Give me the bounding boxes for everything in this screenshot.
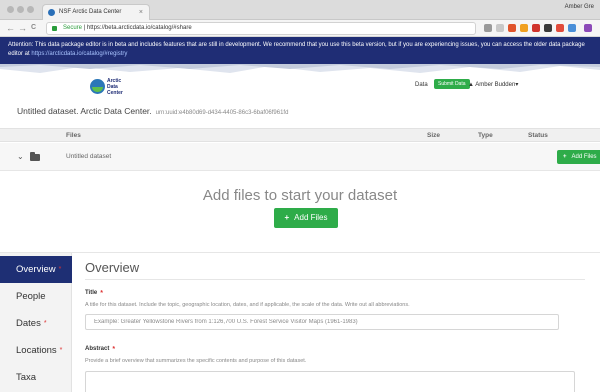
dropzone-message: Add files to start your dataset bbox=[202, 187, 398, 204]
url-field[interactable]: Secure | https://beta.arcticdata.io/cata… bbox=[46, 22, 476, 35]
forward-button[interactable]: → bbox=[18, 22, 27, 34]
sidebar-item-label: Locations bbox=[16, 345, 57, 356]
column-header-type: Type bbox=[478, 132, 493, 139]
url-text: https://beta.arcticdata.io/catalog/#shar… bbox=[86, 25, 192, 31]
table-row: ⌄ Untitled dataset + Add Files bbox=[0, 143, 600, 171]
files-table-header: Files Size Type Status bbox=[0, 128, 600, 142]
package-name: Untitled dataset bbox=[66, 153, 112, 160]
nav-data-link[interactable]: Data bbox=[415, 82, 428, 88]
file-dropzone[interactable]: Add files to start your dataset + Add Fil… bbox=[0, 171, 600, 253]
logo-line: Center bbox=[107, 90, 123, 96]
abstract-label-text: Abstract bbox=[85, 346, 110, 352]
tab-close-icon[interactable]: × bbox=[139, 5, 143, 20]
browser-tab[interactable]: NSF Arctic Data Center × bbox=[42, 4, 150, 20]
extension-icon[interactable] bbox=[484, 24, 492, 32]
dataset-identifier: urn:uuid:e4b80d69-d434-4405-86c3-6baf06f… bbox=[155, 110, 289, 116]
reload-button[interactable]: C bbox=[31, 22, 36, 34]
url-secure-label: Secure bbox=[63, 25, 83, 31]
required-marker: * bbox=[100, 290, 103, 297]
dataset-title: Untitled dataset. Arctic Data Center. bbox=[17, 106, 152, 116]
add-files-row-button[interactable]: + Add Files bbox=[557, 150, 600, 164]
sidebar-item-locations[interactable]: Locations * bbox=[0, 337, 72, 364]
extension-icon[interactable] bbox=[520, 24, 528, 32]
chevron-down-icon[interactable]: ⌄ bbox=[17, 152, 24, 161]
window-minimize-dot[interactable] bbox=[17, 6, 24, 13]
add-files-button[interactable]: + Add Files bbox=[274, 208, 338, 228]
plus-icon: + bbox=[563, 154, 567, 160]
extension-icon[interactable] bbox=[556, 24, 564, 32]
required-marker: * bbox=[58, 266, 62, 273]
title-label: Title * bbox=[85, 290, 103, 297]
column-header-status: Status bbox=[528, 132, 548, 139]
tab-title: NSF Arctic Data Center bbox=[59, 9, 122, 15]
column-header-files: Files bbox=[66, 132, 81, 139]
submit-data-button[interactable]: Submit Data bbox=[434, 79, 470, 89]
sidebar-item-label: People bbox=[16, 291, 46, 302]
title-description: A title for this dataset. Include the to… bbox=[85, 302, 410, 308]
sidebar-item-taxa[interactable]: Taxa bbox=[0, 364, 72, 391]
sidebar-item-label: Dates bbox=[16, 318, 41, 329]
abstract-description: Provide a brief overview that summarizes… bbox=[85, 358, 307, 364]
title-label-text: Title bbox=[85, 290, 98, 296]
lock-icon bbox=[52, 26, 57, 31]
banner-registry-link[interactable]: https://arcticdata.io/catalog/#registry bbox=[31, 51, 127, 57]
plus-icon: + bbox=[284, 213, 290, 222]
required-marker: * bbox=[43, 320, 47, 327]
extension-icon[interactable] bbox=[532, 24, 540, 32]
browser-tab-bar: NSF Arctic Data Center × Amber Gre bbox=[0, 0, 600, 20]
add-files-row-label: Add Files bbox=[571, 154, 597, 160]
sidebar-item-dates[interactable]: Dates * bbox=[0, 310, 72, 337]
abstract-input[interactable] bbox=[85, 371, 575, 392]
user-name: Amber Budden bbox=[475, 82, 516, 88]
dataset-citation: Untitled dataset. Arctic Data Center. urn… bbox=[17, 106, 288, 116]
sidebar-item-people[interactable]: People bbox=[0, 283, 72, 310]
add-files-label: Add Files bbox=[294, 213, 328, 222]
window-close-dot[interactable] bbox=[7, 6, 14, 13]
required-marker: * bbox=[112, 346, 116, 353]
extension-icon[interactable] bbox=[496, 24, 504, 32]
abstract-label: Abstract * bbox=[85, 346, 115, 353]
address-bar: ← → C Secure | https://beta.arcticdata.i… bbox=[0, 20, 600, 37]
column-header-size: Size bbox=[427, 132, 441, 139]
title-input[interactable] bbox=[85, 314, 559, 330]
extension-icon[interactable] bbox=[544, 24, 552, 32]
logo-text: Arctic Data Center bbox=[107, 78, 123, 96]
arctic-data-center-logo[interactable]: Arctic Data Center bbox=[90, 76, 150, 98]
extension-icon[interactable] bbox=[568, 24, 576, 32]
folder-icon bbox=[30, 152, 40, 161]
sidebar-item-label: Taxa bbox=[16, 372, 37, 383]
sidebar-item-label: Overview bbox=[16, 264, 56, 275]
extension-icon[interactable] bbox=[584, 24, 592, 32]
user-menu[interactable]: ▲ Amber Budden▾ bbox=[468, 81, 518, 88]
editor-sidebar: Overview * People Dates * Locations * Taxa bbox=[0, 253, 72, 392]
back-button[interactable]: ← bbox=[6, 22, 15, 34]
sidebar-item-overview[interactable]: Overview * bbox=[0, 256, 72, 283]
required-marker: * bbox=[59, 347, 63, 354]
beta-banner: Attention: This data package editor is i… bbox=[0, 37, 600, 64]
mountain-banner-decoration bbox=[0, 64, 600, 73]
section-heading: Overview bbox=[85, 260, 140, 275]
chevron-down-icon: ▾ bbox=[515, 82, 519, 88]
window-zoom-dot[interactable] bbox=[27, 6, 34, 13]
extension-icon[interactable] bbox=[508, 24, 516, 32]
browser-profile-name[interactable]: Amber Gre bbox=[565, 4, 594, 10]
logo-icon bbox=[90, 79, 105, 94]
site-header: Arctic Data Center Data Submit Data ▲ Am… bbox=[0, 64, 600, 99]
section-divider bbox=[85, 279, 585, 280]
favicon-icon bbox=[48, 9, 55, 16]
